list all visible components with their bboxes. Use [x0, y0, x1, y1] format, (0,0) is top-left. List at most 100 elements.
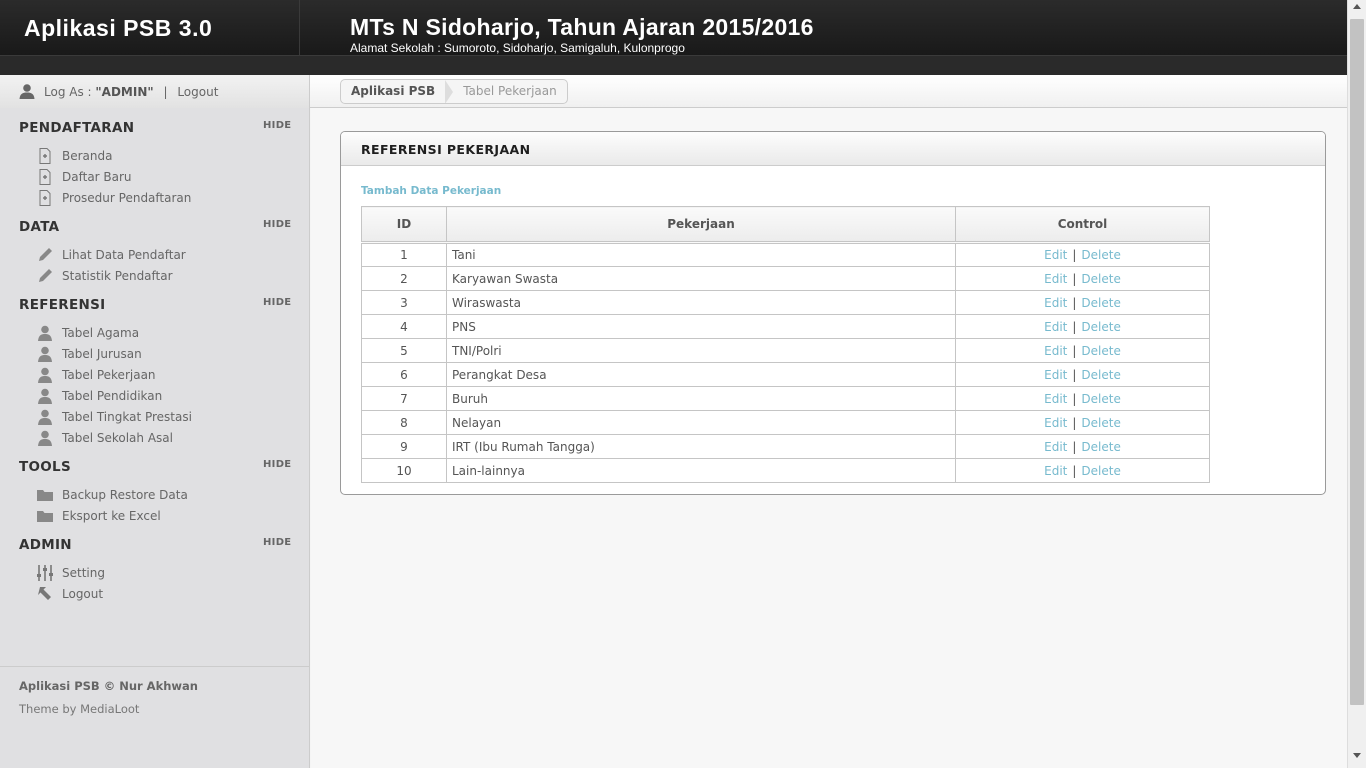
edit-link[interactable]: Edit [1044, 248, 1067, 262]
hide-toggle-admin[interactable]: HIDE [263, 537, 291, 548]
column-header-control[interactable]: Control [955, 206, 1210, 243]
pekerjaan-table: ID Pekerjaan Control 1 Tani Edit | Delete 2 Ka… [361, 206, 1210, 483]
logout-arrow-icon [38, 587, 51, 600]
cell-id: 8 [361, 410, 447, 435]
delete-link[interactable]: Delete [1081, 320, 1120, 334]
delete-link[interactable]: Delete [1081, 416, 1120, 430]
sidebar-item-label: Tabel Sekolah Asal [62, 431, 173, 445]
cell-pekerjaan: Perangkat Desa [446, 362, 956, 387]
sidebar-item-logout[interactable]: Logout [36, 585, 103, 603]
edit-link[interactable]: Edit [1044, 368, 1067, 382]
folder-icon [37, 511, 53, 522]
table-row: 10 Lain-lainnya Edit | Delete [361, 458, 1210, 483]
delete-link[interactable]: Delete [1081, 368, 1120, 382]
delete-link[interactable]: Delete [1081, 344, 1120, 358]
app-title[interactable]: Aplikasi PSB 3.0 [24, 15, 212, 42]
cell-pekerjaan: IRT (Ibu Rumah Tangga) [446, 434, 956, 459]
add-pekerjaan-link[interactable]: Tambah Data Pekerjaan [361, 185, 501, 197]
hide-toggle-pendaftaran[interactable]: HIDE [263, 120, 291, 131]
delete-link[interactable]: Delete [1081, 440, 1120, 454]
edit-link[interactable]: Edit [1044, 392, 1067, 406]
sidebar-item-tabel-agama[interactable]: Tabel Agama [36, 324, 139, 342]
sidebar-item-daftar-baru[interactable]: Daftar Baru [36, 168, 132, 186]
link-separator: | [1072, 391, 1077, 406]
person-icon [38, 346, 52, 362]
sidebar-item-label: Prosedur Pendaftaran [62, 191, 192, 205]
school-address: Alamat Sekolah : Sumoroto, Sidoharjo, Sa… [350, 41, 685, 55]
cell-control: Edit | Delete [955, 314, 1210, 339]
delete-link[interactable]: Delete [1081, 272, 1120, 286]
hide-toggle-tools[interactable]: HIDE [263, 459, 291, 470]
section-title-referensi: REFERENSI [19, 297, 106, 313]
edit-link[interactable]: Edit [1044, 440, 1067, 454]
vertical-scrollbar[interactable] [1347, 0, 1366, 768]
sidebar-item-setting[interactable]: Setting [36, 564, 105, 582]
secondary-bar: Log As : "ADMIN" | Logout Aplikasi PSB T… [0, 75, 1347, 108]
cell-pekerjaan: Buruh [446, 386, 956, 411]
sidebar-item-backup-restore-data[interactable]: Backup Restore Data [36, 486, 188, 504]
hide-toggle-data[interactable]: HIDE [263, 219, 291, 230]
sidebar-item-label: Setting [62, 566, 105, 580]
delete-link[interactable]: Delete [1081, 392, 1120, 406]
section-title-tools: TOOLS [19, 459, 71, 475]
person-icon [38, 367, 52, 383]
sidebar-item-prosedur-pendaftaran[interactable]: Prosedur Pendaftaran [36, 189, 191, 207]
separator: | [163, 85, 168, 99]
person-icon [38, 409, 52, 425]
folder-icon [37, 490, 53, 501]
username: "ADMIN" [95, 85, 154, 99]
link-separator: | [1072, 415, 1077, 430]
edit-link[interactable]: Edit [1044, 296, 1067, 310]
sidebar-item-label: Eksport ke Excel [62, 509, 161, 523]
sidebar-item-lihat-data-pendaftar[interactable]: Lihat Data Pendaftar [36, 246, 186, 264]
sidebar-item-eksport-ke-excel[interactable]: Eksport ke Excel [36, 507, 161, 525]
top-header: Aplikasi PSB 3.0 MTs N Sidoharjo, Tahun … [0, 0, 1347, 55]
breadcrumb-home[interactable]: Aplikasi PSB [341, 80, 445, 103]
link-separator: | [1072, 295, 1077, 310]
table-row: 1 Tani Edit | Delete [361, 241, 1210, 267]
cell-control: Edit | Delete [955, 338, 1210, 363]
sidebar-item-label: Tabel Pekerjaan [62, 368, 156, 382]
header-logout-link[interactable]: Logout [177, 85, 218, 99]
cell-control: Edit | Delete [955, 434, 1210, 459]
link-separator: | [1072, 248, 1077, 262]
sidebar-item-tabel-tingkat-prestasi[interactable]: Tabel Tingkat Prestasi [36, 408, 192, 426]
edit-link[interactable]: Edit [1044, 464, 1067, 478]
hide-toggle-referensi[interactable]: HIDE [263, 297, 291, 308]
pencil-icon [39, 269, 52, 282]
section-title-admin: ADMIN [19, 537, 72, 553]
delete-link[interactable]: Delete [1081, 248, 1120, 262]
cell-pekerjaan: Tani [446, 241, 956, 267]
edit-link[interactable]: Edit [1044, 416, 1067, 430]
log-as-text: Log As : "ADMIN" | Logout [44, 85, 218, 99]
edit-link[interactable]: Edit [1044, 344, 1067, 358]
sidebar-item-tabel-pendidikan[interactable]: Tabel Pendidikan [36, 387, 162, 405]
scroll-thumb[interactable] [1350, 19, 1364, 705]
main-content: REFERENSI PEKERJAAN Tambah Data Pekerjaa… [311, 108, 1347, 768]
scroll-down-arrow-icon[interactable] [1353, 753, 1361, 758]
edit-link[interactable]: Edit [1044, 272, 1067, 286]
edit-link[interactable]: Edit [1044, 320, 1067, 334]
cell-id: 3 [361, 290, 447, 315]
sidebar-item-tabel-jurusan[interactable]: Tabel Jurusan [36, 345, 142, 363]
cell-pekerjaan: PNS [446, 314, 956, 339]
sidebar-item-label: Tabel Tingkat Prestasi [62, 410, 192, 424]
sidebar-item-statistik-pendaftar[interactable]: Statistik Pendaftar [36, 267, 173, 285]
table-row: 8 Nelayan Edit | Delete [361, 410, 1210, 435]
cell-pekerjaan: Lain-lainnya [446, 458, 956, 483]
sidebar-item-tabel-sekolah-asal[interactable]: Tabel Sekolah Asal [36, 429, 173, 447]
sidebar-item-tabel-pekerjaan[interactable]: Tabel Pekerjaan [36, 366, 156, 384]
breadcrumb-current[interactable]: Tabel Pekerjaan [453, 80, 567, 103]
column-header-id[interactable]: ID [361, 206, 447, 243]
pencil-icon [39, 248, 52, 261]
panel-title: REFERENSI PEKERJAAN [361, 142, 531, 157]
delete-link[interactable]: Delete [1081, 464, 1120, 478]
table-row: 2 Karyawan Swasta Edit | Delete [361, 266, 1210, 291]
column-header-pekerjaan[interactable]: Pekerjaan [446, 206, 956, 243]
cell-id: 4 [361, 314, 447, 339]
breadcrumb-separator [445, 80, 454, 103]
scroll-up-arrow-icon[interactable] [1353, 4, 1361, 9]
delete-link[interactable]: Delete [1081, 296, 1120, 310]
link-separator: | [1072, 271, 1077, 286]
sidebar-item-beranda[interactable]: Beranda [36, 147, 112, 165]
